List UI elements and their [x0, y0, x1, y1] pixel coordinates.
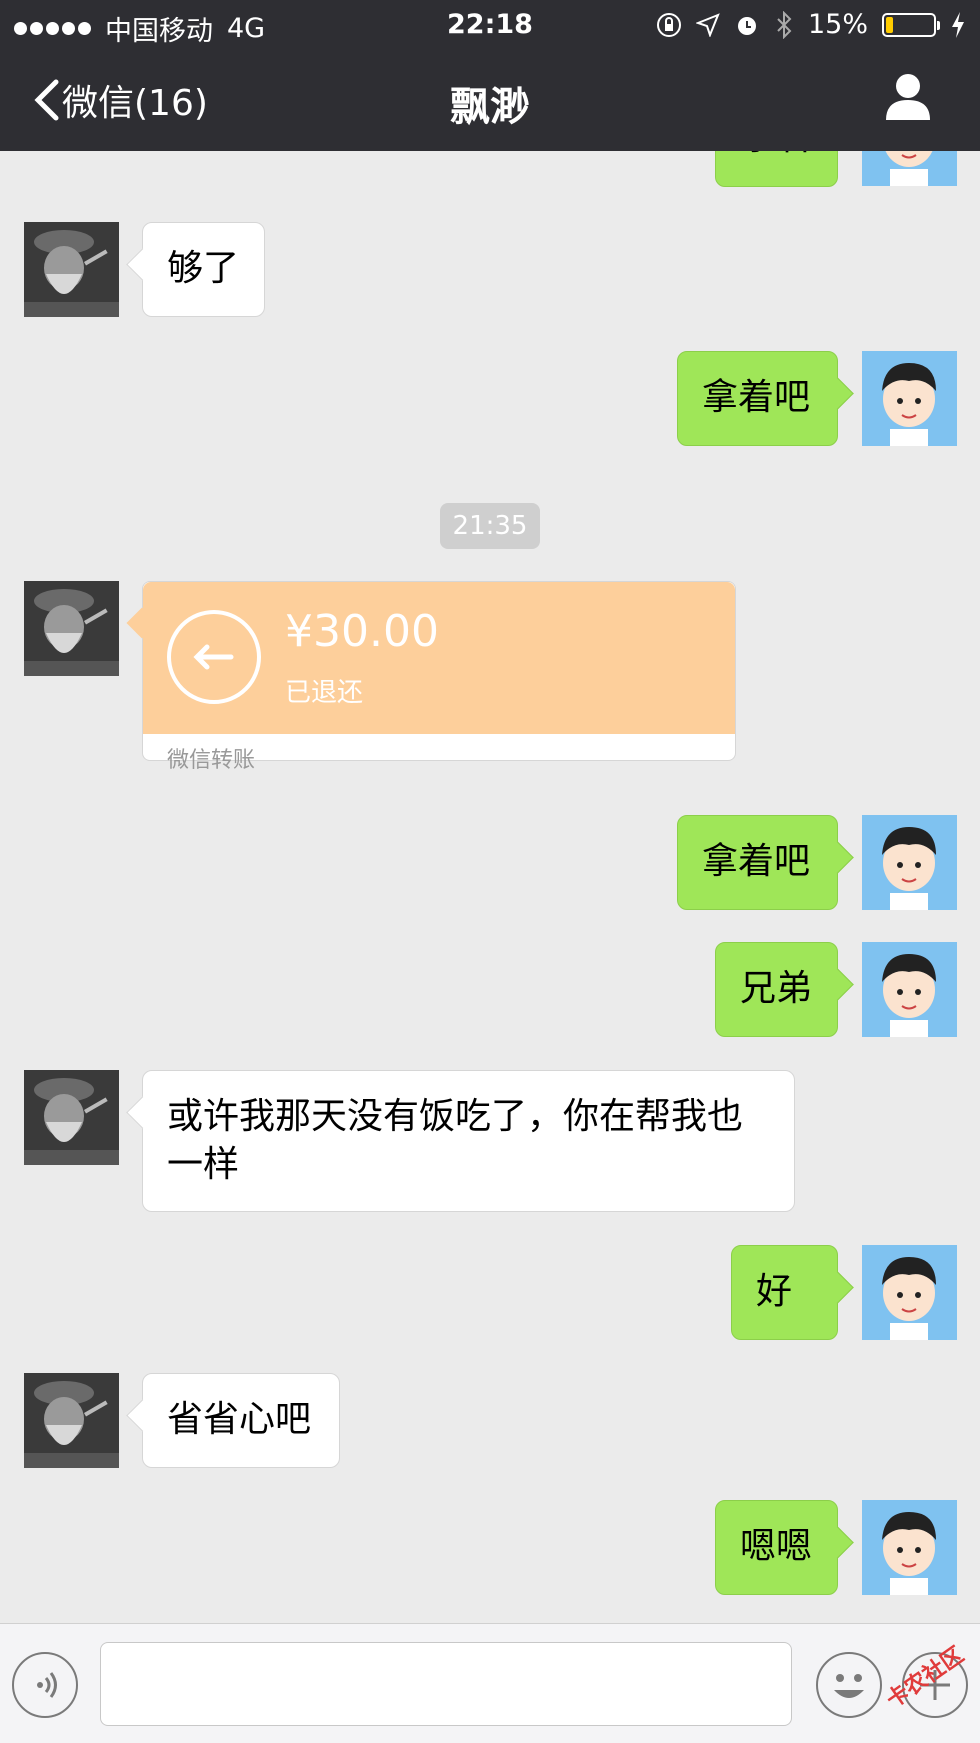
old-man-avatar-icon — [24, 1373, 119, 1468]
message-bubble[interactable]: 或许我那天没有饭吃了，你在帮我也一样 — [142, 1070, 795, 1212]
transfer-card-header: ¥30.00 已退还 — [143, 582, 735, 734]
chat-area[interactable]: 拿着 够了 拿着吧 21:35 ¥30.00 已退还 微信转账 拿着吧 — [0, 151, 980, 1623]
contact-avatar[interactable] — [24, 1373, 119, 1468]
bluetooth-icon — [777, 10, 792, 39]
message-bubble[interactable]: 拿着吧 — [677, 815, 838, 910]
battery-percent: 15% — [807, 9, 868, 40]
status-bar: 中国移动 4G 22:18 15% — [0, 0, 980, 50]
return-arrow-icon — [167, 610, 261, 704]
boy-avatar-icon — [862, 1245, 957, 1340]
emoji-button[interactable] — [816, 1652, 882, 1718]
boy-avatar-icon — [862, 351, 957, 446]
charging-bolt-icon — [952, 11, 964, 38]
battery-fill — [886, 16, 893, 33]
message-bubble[interactable]: 拿着 — [715, 151, 838, 187]
alarm-icon — [737, 16, 756, 35]
boy-avatar-icon — [862, 151, 957, 186]
input-bar — [0, 1623, 980, 1743]
transfer-amount: ¥30.00 — [285, 606, 439, 657]
boy-avatar-icon — [862, 815, 957, 910]
nav-bar: 微信(16) 飘渺 — [0, 60, 980, 140]
timestamp-chip: 21:35 — [440, 503, 540, 549]
message-bubble[interactable]: 拿着吧 — [677, 351, 838, 446]
smiley-icon — [834, 1674, 864, 1698]
location-arrow-icon — [695, 12, 720, 37]
person-icon — [886, 74, 930, 120]
boy-avatar-icon — [862, 1500, 957, 1595]
boy-avatar-icon — [862, 942, 957, 1037]
my-avatar[interactable] — [862, 1245, 957, 1340]
voice-button[interactable] — [12, 1652, 78, 1718]
my-avatar[interactable] — [862, 942, 957, 1037]
old-man-avatar-icon — [24, 222, 119, 317]
old-man-avatar-icon — [24, 581, 119, 676]
message-bubble[interactable]: 省省心吧 — [142, 1373, 340, 1468]
transfer-card[interactable]: ¥30.00 已退还 微信转账 — [142, 581, 736, 773]
contact-avatar[interactable] — [24, 1070, 119, 1165]
transfer-status: 已退还 — [285, 678, 364, 708]
my-avatar[interactable] — [862, 351, 957, 446]
message-bubble[interactable]: 够了 — [142, 222, 265, 317]
transfer-footer: 微信转账 — [167, 748, 256, 773]
message-bubble[interactable]: 好 — [731, 1245, 838, 1340]
my-avatar[interactable] — [862, 1500, 957, 1595]
my-avatar[interactable] — [862, 151, 957, 186]
contact-avatar[interactable] — [24, 581, 119, 676]
profile-button[interactable] — [878, 68, 938, 128]
battery-icon — [882, 12, 940, 37]
top-bar: 中国移动 4G 22:18 15% 微信(16) 飘渺 — [0, 0, 980, 151]
voice-wave-icon — [37, 1672, 57, 1698]
message-input[interactable] — [100, 1642, 792, 1726]
chat-title: 飘渺 — [450, 84, 530, 130]
old-man-avatar-icon — [24, 1070, 119, 1165]
orientation-lock-icon — [656, 12, 681, 37]
message-bubble[interactable]: 兄弟 — [715, 942, 838, 1037]
contact-avatar[interactable] — [24, 222, 119, 317]
my-avatar[interactable] — [862, 815, 957, 910]
message-bubble[interactable]: 嗯嗯 — [715, 1500, 838, 1595]
